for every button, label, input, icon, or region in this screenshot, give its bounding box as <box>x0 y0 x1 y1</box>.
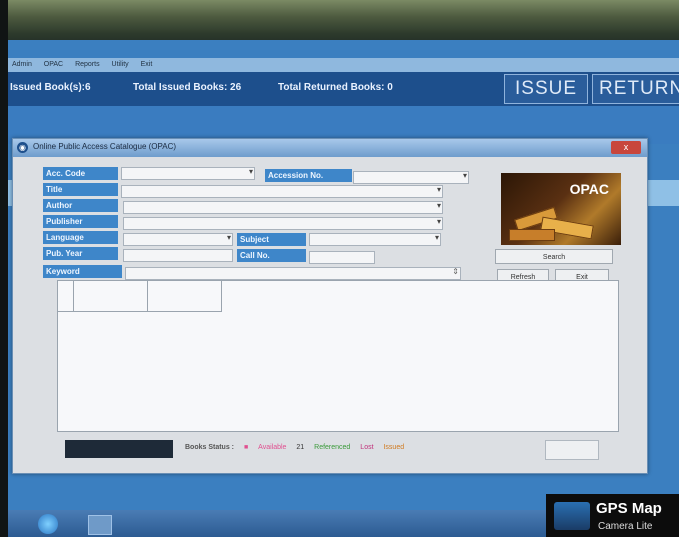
label-subject: Subject <box>237 233 306 246</box>
call-no-field[interactable] <box>309 251 375 264</box>
label-title: Title <box>43 183 118 196</box>
book-graphic <box>509 229 555 241</box>
label-call-no: Call No. <box>237 249 306 262</box>
language-select[interactable] <box>123 233 233 246</box>
total-returned-stat: Total Returned Books: 0 <box>278 82 393 93</box>
status-available: Available <box>258 444 287 451</box>
close-button[interactable]: x <box>611 141 641 154</box>
acc-code-select[interactable] <box>121 167 255 180</box>
label-pub-year: Pub. Year <box>43 247 118 260</box>
accession-no-select[interactable] <box>353 171 469 184</box>
total-issued-stat: Total Issued Books: 26 <box>133 82 242 93</box>
label-language: Language <box>43 231 118 244</box>
search-button[interactable]: Search <box>495 249 613 264</box>
opac-logo-text: OPAC <box>569 181 609 197</box>
title-select[interactable] <box>121 185 443 198</box>
grid-row[interactable] <box>58 301 221 312</box>
gps-logo-icon <box>554 502 590 530</box>
results-grid[interactable] <box>57 280 619 432</box>
status-field <box>545 440 599 460</box>
keyword-field[interactable] <box>125 267 461 280</box>
stats-bar: Issued Book(s):6 Total Issued Books: 26 … <box>8 72 679 106</box>
gps-watermark-subtitle: Camera Lite <box>598 521 653 532</box>
label-accession-no: Accession No. <box>265 169 352 182</box>
label-author: Author <box>43 199 118 212</box>
label-acc-code: Acc. Code <box>43 167 118 180</box>
status-lost: Lost <box>360 444 374 451</box>
taskbar-app-icon[interactable] <box>88 515 112 535</box>
label-keyword: Keyword <box>43 265 122 278</box>
status-available-marker: ■ <box>243 444 249 451</box>
start-button-icon[interactable] <box>38 514 58 534</box>
menubar: Admin OPAC Reports Utility Exit <box>8 58 679 72</box>
dialog-titlebar: ◉ Online Public Access Catalogue (OPAC) … <box>13 139 647 157</box>
books-status-label: Books Status : <box>185 444 235 451</box>
app-screen: Admin OPAC Reports Utility Exit Issued B… <box>8 40 679 526</box>
dialog-title: Online Public Access Catalogue (OPAC) <box>33 142 177 151</box>
menu-exit[interactable]: Exit <box>141 61 153 68</box>
opac-dialog: ◉ Online Public Access Catalogue (OPAC) … <box>12 138 648 474</box>
issue-button[interactable]: ISSUE <box>504 74 589 104</box>
opac-logo: OPAC <box>501 173 621 245</box>
label-publisher: Publisher <box>43 215 118 228</box>
menu-opac[interactable]: OPAC <box>44 61 63 68</box>
monitor-bezel <box>0 0 8 537</box>
status-issued: Issued <box>383 444 405 451</box>
publisher-select[interactable] <box>123 217 443 230</box>
status-available-count: 21 <box>296 444 305 451</box>
author-select[interactable] <box>123 201 443 214</box>
menu-reports[interactable]: Reports <box>75 61 100 68</box>
issued-books-stat: Issued Book(s):6 <box>10 82 91 93</box>
gps-watermark: GPS Map Camera Lite <box>546 494 679 537</box>
status-panel <box>65 440 173 458</box>
menu-utility[interactable]: Utility <box>112 61 129 68</box>
pub-year-field[interactable] <box>123 249 233 262</box>
status-referenced: Referenced <box>314 444 351 451</box>
menu-admin[interactable]: Admin <box>12 61 32 68</box>
return-button[interactable]: RETURN <box>592 74 679 104</box>
status-bar: Books Status : ■ Available 21 Referenced… <box>65 440 625 460</box>
subject-select[interactable] <box>309 233 441 246</box>
gps-watermark-title: GPS Map <box>596 500 662 517</box>
app-icon: ◉ <box>17 142 28 153</box>
books-status: Books Status : ■ Available 21 Referenced… <box>185 444 404 451</box>
